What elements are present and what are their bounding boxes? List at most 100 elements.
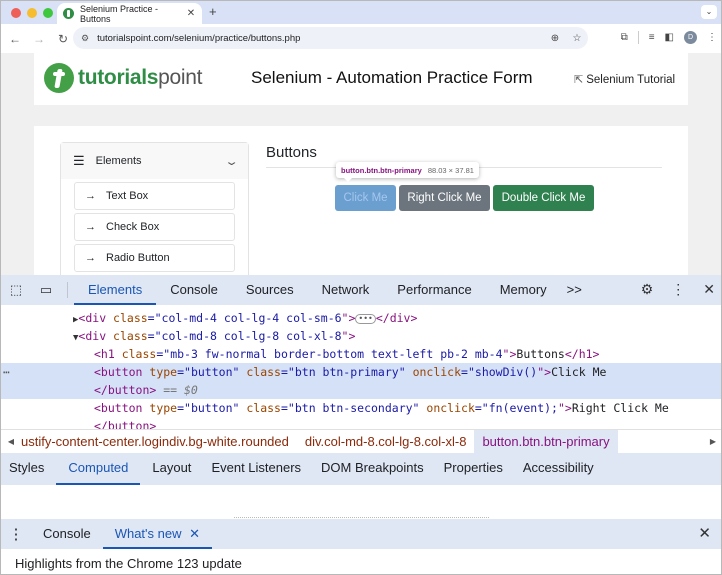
- drawer-tab-whats-new[interactable]: What's new ✕: [102, 519, 213, 549]
- tab-search-button[interactable]: ⌄: [701, 5, 717, 19]
- reading-list-icon[interactable]: ≡: [649, 32, 655, 43]
- attr-value: btn btn-primary: [294, 365, 399, 379]
- tutorialspoint-logo[interactable]: tutorials point: [44, 63, 203, 93]
- settings-gear-icon[interactable]: ⚙: [641, 281, 654, 298]
- tab-properties[interactable]: Properties: [436, 453, 511, 485]
- dom-node[interactable]: <button type="button" class="btn btn-sec…: [1, 399, 721, 417]
- tooltip-selector: button.btn.btn-primary: [341, 165, 422, 175]
- breadcrumb-item[interactable]: ustify-content-center.logindiv.bg-white.…: [21, 430, 297, 454]
- attr-name: type: [149, 365, 178, 379]
- dom-node[interactable]: <h1 class="mb-3 fw-normal border-bottom …: [1, 345, 721, 363]
- dom-node[interactable]: ▶<div class="col-md-4 col-lg-4 col-sm-6"…: [1, 309, 721, 327]
- double-click-me-button[interactable]: Double Click Me: [493, 185, 594, 211]
- accordion-title: Elements: [95, 155, 142, 167]
- close-tab-icon[interactable]: ✕: [184, 8, 198, 19]
- dom-node-end[interactable]: </button>: [1, 417, 721, 429]
- node-text: Click Me: [551, 365, 607, 379]
- sidebar-item-text-box[interactable]: → Text Box: [74, 182, 235, 210]
- close-drawer-icon[interactable]: ✕: [698, 524, 711, 542]
- expand-triangle-icon[interactable]: ▶: [1, 315, 78, 325]
- drawer-tab-console[interactable]: Console: [31, 519, 103, 549]
- tab-dom-breakpoints[interactable]: DOM Breakpoints: [313, 453, 432, 485]
- sidebar-item-radio-button[interactable]: → Radio Button: [74, 244, 235, 272]
- dom-node-selected[interactable]: ⋯ <button type="button" class="btn btn-pr…: [1, 363, 721, 381]
- tab-styles[interactable]: Styles: [1, 453, 52, 485]
- reload-button[interactable]: ↻: [51, 32, 75, 46]
- breadcrumb-item[interactable]: div.col-md-8.col-lg-8.col-xl-8: [297, 430, 475, 454]
- tab-sources[interactable]: Sources: [232, 275, 308, 305]
- tab-network[interactable]: Network: [308, 275, 384, 305]
- attr-name: class: [113, 311, 148, 325]
- dom-node-selected-end[interactable]: </button> == $0: [1, 381, 721, 399]
- address-bar[interactable]: ⚙ tutorialspoint.com/selenium/practice/b…: [73, 27, 588, 49]
- accordion-header[interactable]: ☰ Elements ⌄: [61, 143, 248, 179]
- browser-menu-icon[interactable]: ⋮: [707, 32, 717, 43]
- sidebar-item-check-box[interactable]: → Check Box: [74, 213, 235, 241]
- tab-elements[interactable]: Elements: [74, 275, 157, 305]
- menu-icon: ☰: [73, 153, 85, 168]
- new-tab-button[interactable]: +: [209, 4, 217, 19]
- logo-text-light: point: [158, 66, 203, 89]
- external-link-icon: ⇱: [574, 74, 584, 86]
- tab-performance[interactable]: Performance: [383, 275, 485, 305]
- breadcrumb: ◀ ustify-content-center.logindiv.bg-whit…: [1, 429, 721, 454]
- right-click-me-button[interactable]: Right Click Me: [399, 185, 490, 211]
- breadcrumb-item-current[interactable]: button.btn.btn-primary: [474, 429, 618, 454]
- close-window-button[interactable]: [11, 8, 21, 18]
- url-text[interactable]: tutorialspoint.com/selenium/practice/but…: [97, 33, 544, 44]
- side-panel-icon[interactable]: ◧: [665, 32, 674, 43]
- devtools-menu-icon[interactable]: ⋮: [671, 281, 685, 298]
- attr-name: type: [149, 401, 178, 415]
- maximize-window-button[interactable]: [43, 8, 53, 18]
- breadcrumb-scroll-left-icon[interactable]: ◀: [1, 437, 21, 446]
- logo-text-bold: tutorials: [78, 66, 159, 89]
- dom-node[interactable]: ▼<div class="col-md-8 col-lg-8 col-xl-8"…: [1, 327, 721, 345]
- extensions-icon[interactable]: ⧉: [621, 32, 628, 43]
- attr-value: btn btn-secondary: [294, 401, 413, 415]
- tab-event-listeners[interactable]: Event Listeners: [203, 453, 309, 485]
- bookmark-star-icon[interactable]: ☆: [566, 33, 588, 44]
- node-text: Right Click Me: [571, 401, 669, 415]
- drawer-tab-label: What's new: [114, 526, 182, 541]
- ellipsis-icon[interactable]: •••: [355, 313, 376, 324]
- node-actions-icon[interactable]: ⋯: [3, 363, 10, 381]
- selenium-tutorial-link[interactable]: ⇱ Selenium Tutorial: [574, 73, 675, 87]
- page-title: Selenium - Automation Practice Form: [251, 68, 533, 87]
- devtools-tabbar: ⬚ ▭ Elements Console Sources Network Per…: [1, 275, 721, 305]
- tag: <h1: [94, 347, 122, 361]
- attr-name: onclick: [426, 401, 475, 415]
- arrow-right-icon: →: [85, 252, 96, 264]
- more-tabs-button[interactable]: >>: [561, 275, 588, 305]
- zoom-icon[interactable]: ⊕: [544, 33, 566, 44]
- whats-new-headline: Highlights from the Chrome 123 update: [15, 556, 242, 571]
- tab-computed[interactable]: Computed: [56, 453, 141, 485]
- site-info-icon[interactable]: ⚙: [81, 33, 89, 44]
- tab-memory[interactable]: Memory: [486, 275, 561, 305]
- selected-node-hint: == $0: [156, 383, 198, 397]
- back-button[interactable]: ←: [3, 32, 27, 46]
- attr-name: class: [246, 401, 281, 415]
- minimize-window-button[interactable]: [27, 8, 37, 18]
- drawer-resize-handle[interactable]: [234, 517, 489, 518]
- device-toolbar-icon[interactable]: ▭: [31, 282, 61, 298]
- drawer-menu-icon[interactable]: ⋮: [1, 525, 31, 543]
- breadcrumb-scroll-right-icon[interactable]: ▶: [703, 437, 721, 446]
- tag: </button>: [94, 383, 157, 397]
- tab-accessibility[interactable]: Accessibility: [515, 453, 602, 485]
- attr-value: showDiv(): [474, 365, 538, 379]
- attr-name: class: [113, 329, 148, 343]
- tutorialspoint-favicon-icon: [63, 8, 74, 19]
- attr-value: button: [190, 365, 233, 379]
- devtools-panel: ⬚ ▭ Elements Console Sources Network Per…: [1, 275, 721, 574]
- browser-tab[interactable]: Selenium Practice - Buttons ✕: [57, 3, 202, 24]
- inspect-element-icon[interactable]: ⬚: [1, 282, 31, 298]
- click-me-button[interactable]: Click Me: [335, 185, 396, 211]
- node-text: Buttons: [516, 347, 565, 361]
- forward-button[interactable]: →: [27, 32, 51, 46]
- profile-avatar[interactable]: D: [684, 31, 697, 44]
- tab-layout[interactable]: Layout: [144, 453, 199, 485]
- tab-console[interactable]: Console: [156, 275, 232, 305]
- close-devtools-icon[interactable]: ✕: [703, 281, 715, 298]
- collapse-triangle-icon[interactable]: ▼: [1, 333, 78, 343]
- close-tab-icon[interactable]: ✕: [189, 526, 200, 541]
